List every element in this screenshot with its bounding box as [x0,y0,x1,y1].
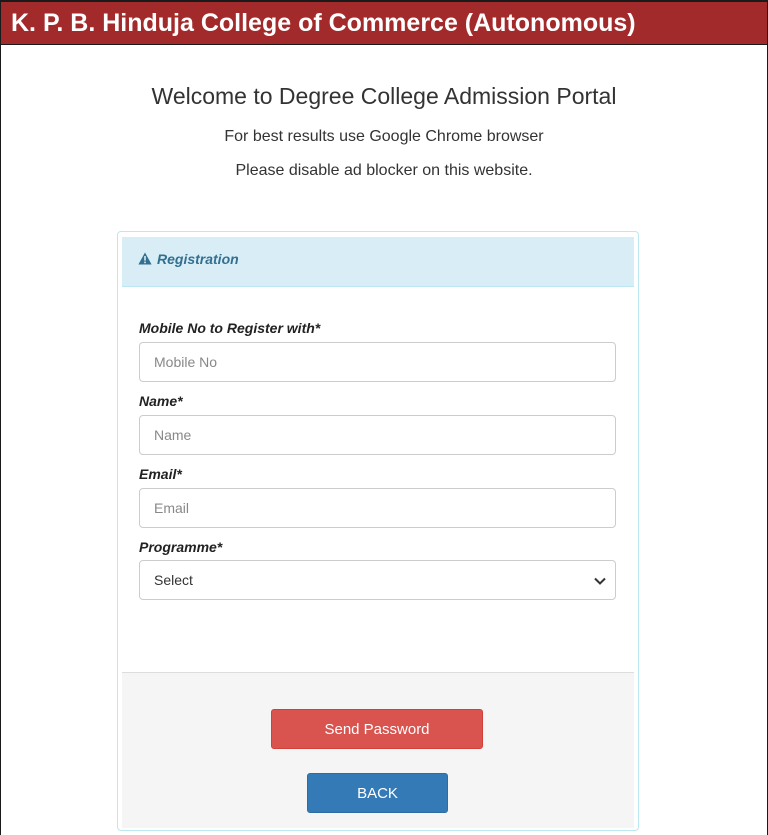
programme-select[interactable]: Select [139,560,616,600]
college-header: K. P. B. Hinduja College of Commerce (Au… [1,0,767,45]
welcome-heading: Welcome to Degree College Admission Port… [151,83,617,109]
programme-selected-value: Select [154,572,193,588]
adblock-note: Please disable ad blocker on this websit… [235,162,533,179]
registration-panel: Registration Mobile No to Register with*… [117,231,639,831]
mobile-input[interactable] [139,342,616,382]
warning-icon [138,252,152,265]
page: K. P. B. Hinduja College of Commerce (Au… [0,0,768,835]
back-button[interactable]: BACK [307,773,448,813]
name-label: Name* [139,393,183,409]
panel-title: Registration [157,251,239,267]
email-input[interactable] [139,488,616,528]
name-input[interactable] [139,415,616,455]
panel-heading: Registration [122,237,634,287]
chevron-down-icon [594,577,606,585]
send-password-button[interactable]: Send Password [271,709,483,749]
college-title: K. P. B. Hinduja College of Commerce (Au… [11,9,636,37]
email-label: Email* [139,466,182,482]
browser-note: For best results use Google Chrome brows… [224,128,544,145]
panel-footer: Send Password BACK [122,672,634,828]
mobile-label: Mobile No to Register with* [139,320,321,336]
programme-label: Programme* [139,539,223,555]
